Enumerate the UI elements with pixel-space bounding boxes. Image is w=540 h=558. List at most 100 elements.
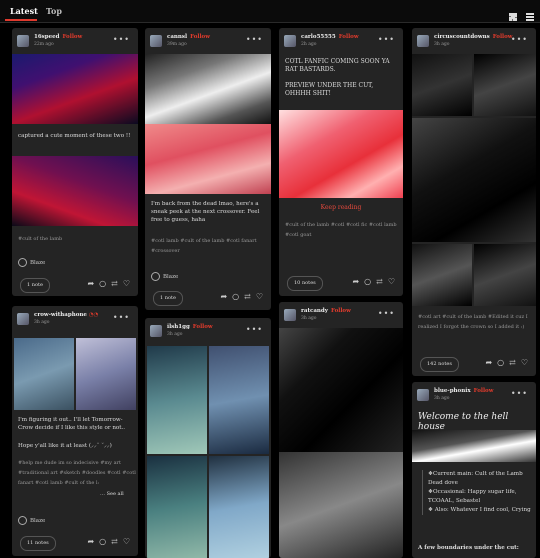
more-icon[interactable]: ••• [113,35,130,44]
share-icon[interactable]: ➦ [87,537,94,546]
username[interactable]: blue-phonix [434,388,471,394]
username[interactable]: 16speed [34,34,59,40]
notes-button[interactable]: 1 note [153,291,183,306]
username[interactable]: crow-withaphone [34,312,87,318]
post-image[interactable] [147,346,207,454]
repost-icon[interactable]: ⇄ [244,292,251,301]
like-icon[interactable]: ♡ [388,277,395,286]
post-image[interactable] [412,118,536,242]
follow-button[interactable]: Follow [190,34,210,40]
post-title: Welcome to the hell house [418,412,509,432]
post-text: captured a cute moment of these two !! [18,133,131,139]
more-icon[interactable]: ••• [511,35,528,44]
username[interactable]: ratcandy [301,308,328,314]
comment-icon[interactable]: ○ [232,292,239,301]
repost-icon[interactable]: ⇄ [509,358,516,367]
keep-reading-link[interactable]: Keep reading [279,204,403,211]
comment-icon[interactable]: ○ [364,277,371,286]
reblog-name: Blaze [30,260,46,266]
bullet-text: ❖Current main: Cult of the Lamb Dead dov… [428,471,523,486]
post-image[interactable] [279,328,403,452]
post-tags[interactable]: #cotl art #cult of the lamb #Edited it c… [418,312,534,332]
post-image[interactable] [412,430,536,462]
post-actions: ➦ ○ ⇄ ♡ [215,292,263,301]
follow-button[interactable]: Follow [339,34,359,40]
see-all-link[interactable]: … See all [98,489,124,499]
follow-button[interactable]: Follow [331,308,351,314]
reblog-name: Blaze [30,518,46,524]
follow-button[interactable]: Follow [493,34,513,40]
post-image[interactable] [209,346,269,454]
repost-icon[interactable]: ⇄ [376,277,383,286]
avatar[interactable] [17,313,29,325]
post-image[interactable] [145,54,271,124]
post-tags[interactable]: #cult of the lamb #cotl #cotl fic #cotl … [285,220,401,240]
notes-button[interactable]: 11 notes [20,536,56,551]
post-image[interactable] [279,452,403,558]
like-icon[interactable]: ♡ [256,292,263,301]
avatar[interactable] [417,389,429,401]
post-card: ilsh1gg Follow 3h ago ••• [145,318,271,558]
more-icon[interactable]: ••• [246,325,263,334]
comment-icon[interactable]: ○ [99,279,106,288]
post-image[interactable] [76,338,136,410]
avatar[interactable] [150,325,162,337]
reblog-source[interactable]: Blaze [18,516,45,525]
post-image[interactable] [279,110,403,198]
comment-icon[interactable]: ○ [497,358,504,367]
post-image[interactable] [14,338,74,410]
reblog-source[interactable]: Blaze [151,272,178,281]
reblog-name: Blaze [163,274,179,280]
avatar[interactable] [417,35,429,47]
post-image[interactable] [474,54,536,116]
post-tags[interactable]: #cult of the lamb [18,234,134,244]
post-image[interactable] [145,124,271,194]
post-image[interactable] [12,156,138,226]
post-image[interactable] [412,244,472,306]
share-icon[interactable]: ➦ [87,279,94,288]
username[interactable]: ilsh1gg [167,324,190,330]
tab-top[interactable]: Top [46,6,62,16]
avatar[interactable] [284,309,296,321]
post-image[interactable] [412,54,472,116]
post-card: ratcandy Follow 3h ago ••• [279,302,403,558]
active-tab-indicator [5,19,37,21]
share-icon[interactable]: ➦ [220,292,227,301]
post-image[interactable] [209,456,269,558]
post-tags[interactable]: #cotl lamb #cult of the lamb #cotl fanar… [151,236,267,256]
like-icon[interactable]: ♡ [521,358,528,367]
more-icon[interactable]: ••• [378,309,395,318]
grid-view-icon[interactable] [508,13,517,21]
comment-icon[interactable]: ○ [99,537,106,546]
share-icon[interactable]: ➦ [485,358,492,367]
like-icon[interactable]: ♡ [123,537,130,546]
username[interactable]: cannsl [167,34,187,40]
avatar[interactable] [150,35,162,47]
post-actions: ➦ ○ ⇄ ♡ [347,277,395,286]
like-icon[interactable]: ♡ [123,279,130,288]
notes-button[interactable]: 1 note [20,278,50,293]
username[interactable]: circuscountdowns [434,34,490,40]
share-icon[interactable]: ➦ [352,277,359,286]
avatar[interactable] [284,35,296,47]
post-image[interactable] [12,54,138,124]
more-icon[interactable]: ••• [378,35,395,44]
follow-button[interactable]: Follow [193,324,213,330]
list-view-icon[interactable] [526,13,534,21]
username[interactable]: carlo55555 [301,34,336,40]
notes-button[interactable]: 142 notes [420,357,459,372]
more-icon[interactable]: ••• [113,313,130,322]
avatar[interactable] [17,35,29,47]
follow-button[interactable]: Follow [474,388,494,394]
repost-icon[interactable]: ⇄ [111,537,118,546]
post-card: blue-phonix Follow 3h ago ••• Welcome to … [412,382,536,558]
follow-button[interactable]: Follow [62,34,82,40]
reblog-source[interactable]: Blaze [18,258,45,267]
tab-latest[interactable]: Latest [10,6,38,16]
repost-icon[interactable]: ⇄ [111,279,118,288]
more-icon[interactable]: ••• [511,389,528,398]
post-image[interactable] [147,456,207,558]
notes-button[interactable]: 10 notes [287,276,323,291]
more-icon[interactable]: ••• [246,35,263,44]
post-image[interactable] [474,244,536,306]
